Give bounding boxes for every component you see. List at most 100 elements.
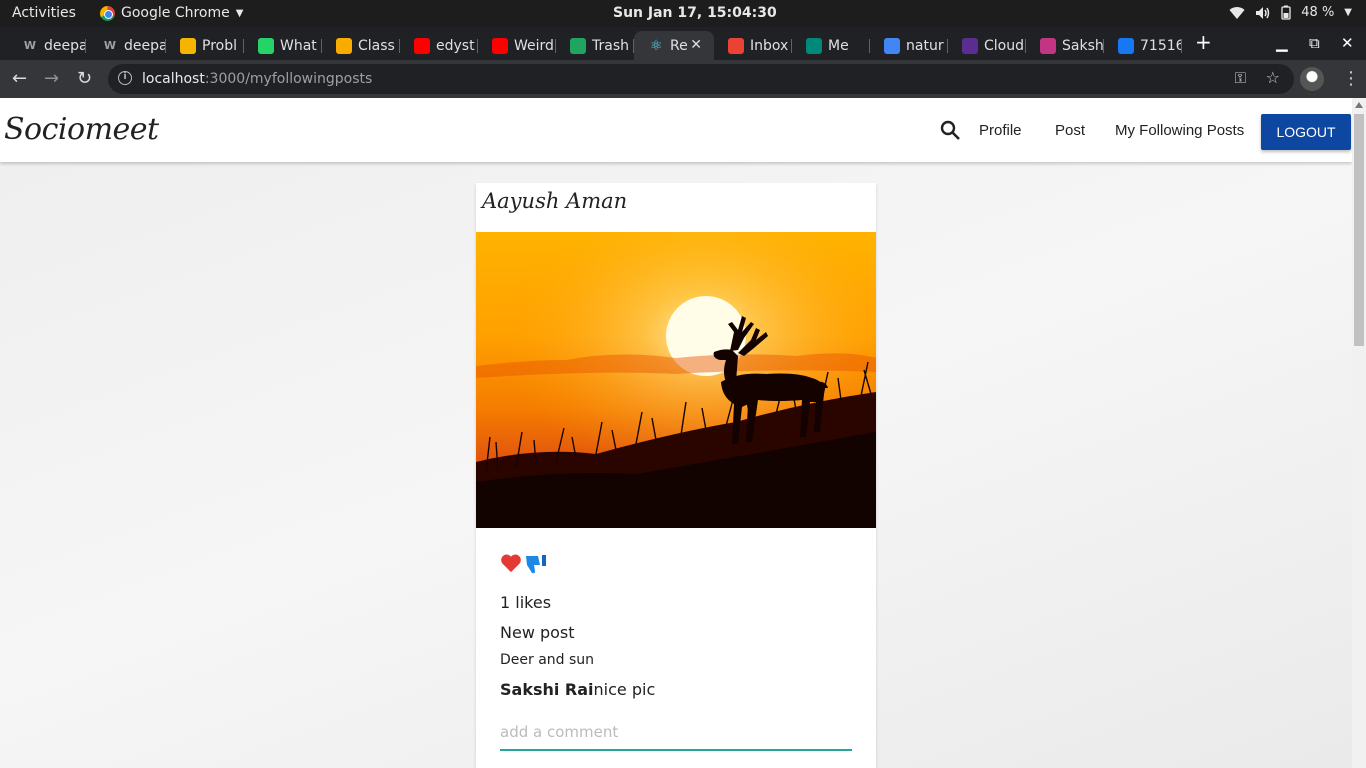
tab-label: edyst bbox=[436, 37, 475, 54]
address-bar[interactable]: i localhost:3000/myfollowingposts ⚿ ☆ bbox=[108, 64, 1294, 94]
system-tray[interactable]: 48 % ▼ bbox=[1229, 5, 1352, 20]
profile-avatar[interactable] bbox=[1300, 67, 1324, 91]
close-window-button[interactable]: ✕ bbox=[1341, 34, 1354, 52]
close-tab-icon[interactable]: ✕ bbox=[690, 37, 702, 53]
app-menu-label: Google Chrome bbox=[121, 5, 230, 21]
w-icon: W bbox=[103, 38, 117, 52]
browser-tab[interactable]: Class bbox=[322, 31, 400, 60]
url-text: localhost:3000/myfollowingposts bbox=[142, 71, 373, 87]
browser-tab[interactable]: What bbox=[244, 31, 322, 60]
forward-button[interactable]: → bbox=[44, 68, 59, 89]
logout-button[interactable]: LOGOUT bbox=[1261, 114, 1351, 150]
tab-separator bbox=[1181, 39, 1182, 53]
post-image bbox=[476, 232, 876, 528]
nav-post-link[interactable]: Post bbox=[1055, 122, 1085, 139]
search-icon[interactable] bbox=[940, 120, 960, 140]
browser-tab[interactable]: Wdeepa bbox=[88, 31, 166, 60]
tab-label: Cloud bbox=[984, 37, 1024, 54]
google-icon bbox=[884, 37, 900, 54]
menu-dots-icon[interactable]: ⋮ bbox=[1342, 68, 1360, 89]
comment: Sakshi Rainice pic bbox=[500, 680, 655, 699]
post-author[interactable]: Aayush Aman bbox=[482, 189, 627, 213]
clock[interactable]: Sun Jan 17, 15:04:30 bbox=[613, 5, 777, 21]
browser-tab[interactable]: Me bbox=[792, 31, 870, 60]
scroll-up-arrow[interactable] bbox=[1355, 102, 1363, 108]
maximize-button[interactable]: ⧉ bbox=[1309, 34, 1320, 52]
tab-label: Inbox bbox=[750, 37, 789, 54]
drive-icon bbox=[570, 37, 586, 54]
facebook-icon bbox=[1118, 37, 1134, 54]
like-heart-icon[interactable] bbox=[500, 553, 522, 573]
app-navbar: Sociomeet Profile Post My Following Post… bbox=[0, 98, 1352, 162]
info-icon[interactable]: i bbox=[118, 71, 132, 85]
browser-tab[interactable]: ⚛ Re ✕ bbox=[634, 31, 714, 60]
post-title: New post bbox=[500, 623, 575, 642]
thumb-down-icon[interactable] bbox=[524, 553, 548, 575]
battery-icon bbox=[1281, 5, 1291, 20]
comment-author: Sakshi Rai bbox=[500, 680, 594, 699]
classroom-icon bbox=[336, 37, 352, 54]
reload-button[interactable]: ↻ bbox=[77, 68, 92, 89]
youtube-icon bbox=[414, 37, 430, 54]
tab-label: deepa bbox=[44, 37, 86, 54]
system-top-bar: Activities Google Chrome ▼ Sun Jan 17, 1… bbox=[0, 0, 1366, 27]
comment-input[interactable] bbox=[500, 715, 852, 751]
browser-tab[interactable]: Inbox bbox=[714, 31, 792, 60]
new-tab-button[interactable]: + bbox=[1195, 30, 1212, 54]
w-icon: W bbox=[23, 38, 37, 52]
minimize-button[interactable]: ▁ bbox=[1276, 34, 1288, 52]
tab-label: Probl bbox=[202, 37, 237, 54]
nav-profile-link[interactable]: Profile bbox=[979, 122, 1022, 139]
gmail-icon bbox=[728, 37, 744, 54]
browser-tab[interactable]: Probl bbox=[166, 31, 244, 60]
page-scrollbar[interactable] bbox=[1352, 98, 1366, 768]
like-count: 1 likes bbox=[500, 593, 552, 612]
comment-text: nice pic bbox=[593, 680, 656, 699]
bars-icon bbox=[180, 37, 196, 54]
tab-label: Trash bbox=[592, 37, 629, 54]
tab-label: Weird bbox=[514, 37, 554, 54]
tab-label: Class bbox=[358, 37, 395, 54]
react-icon: ⚛ bbox=[649, 37, 663, 54]
tab-label: What bbox=[280, 37, 317, 54]
browser-tab[interactable]: edyst bbox=[400, 31, 478, 60]
tab-label: deepa bbox=[124, 37, 166, 54]
instagram-icon bbox=[1040, 37, 1056, 54]
browser-tab[interactable]: Wdeepa bbox=[8, 31, 86, 60]
volume-icon bbox=[1256, 6, 1270, 19]
tab-label: Re bbox=[670, 37, 688, 54]
activities-button[interactable]: Activities bbox=[12, 5, 76, 21]
meet-icon bbox=[806, 37, 822, 54]
browser-tab[interactable]: Weird bbox=[478, 31, 556, 60]
star-icon[interactable]: ☆ bbox=[1266, 68, 1280, 87]
tab-label: Me bbox=[828, 37, 849, 54]
tab-strip: Wdeepa Wdeepa Probl What Class edyst Weird Tras… bbox=[0, 27, 1366, 60]
page-viewport: Sociomeet Profile Post My Following Post… bbox=[0, 98, 1352, 768]
cloud-icon bbox=[962, 37, 978, 54]
browser-toolbar: ← → ↻ i localhost:3000/myfollowingposts … bbox=[0, 60, 1366, 98]
post-card: Aayush Aman 1 likes New post Deer and su… bbox=[476, 183, 876, 768]
browser-tab[interactable]: natur bbox=[870, 31, 948, 60]
app-menu[interactable]: Google Chrome ▼ bbox=[100, 5, 243, 21]
nav-following-link[interactable]: My Following Posts bbox=[1115, 122, 1244, 139]
browser-tab[interactable]: Trash bbox=[556, 31, 634, 60]
browser-tab[interactable]: 71516 bbox=[1104, 31, 1182, 60]
chevron-down-icon: ▼ bbox=[235, 7, 244, 19]
back-button[interactable]: ← bbox=[12, 68, 27, 89]
key-icon[interactable]: ⚿ bbox=[1235, 69, 1246, 87]
browser-tab[interactable]: Cloud bbox=[948, 31, 1026, 60]
whatsapp-icon bbox=[258, 37, 274, 54]
youtube-icon bbox=[492, 37, 508, 54]
chevron-down-icon: ▼ bbox=[1344, 7, 1352, 18]
tab-label: 71516 bbox=[1140, 37, 1182, 54]
tab-separator bbox=[85, 39, 86, 53]
tab-label: natur bbox=[906, 37, 944, 54]
post-body: Deer and sun bbox=[500, 652, 595, 668]
tab-label: Saksh bbox=[1062, 37, 1104, 54]
chrome-icon bbox=[100, 5, 115, 21]
scrollbar-thumb[interactable] bbox=[1354, 114, 1364, 346]
battery-level: 48 % bbox=[1301, 5, 1335, 20]
browser-tab[interactable]: Saksh bbox=[1026, 31, 1104, 60]
wifi-icon bbox=[1229, 6, 1245, 19]
brand-logo[interactable]: Sociomeet bbox=[4, 112, 159, 147]
